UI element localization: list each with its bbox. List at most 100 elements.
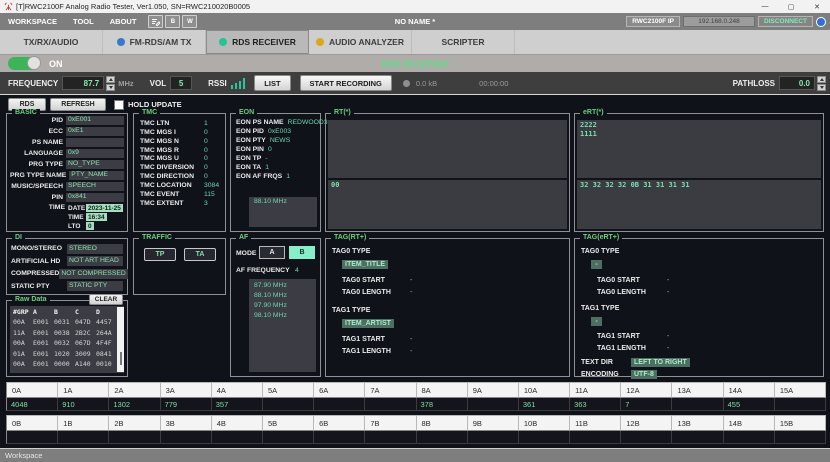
maximize-button[interactable]: ▢ (778, 0, 804, 13)
rt-hex-area[interactable]: 00 (328, 180, 567, 229)
af-list-item[interactable]: 98.10 MHz (249, 311, 316, 321)
group-value-cell (314, 431, 365, 444)
group-value-cell (365, 431, 416, 444)
group-a-value-row: 4048 910 1302 779 357 378 361 363 7 455 (6, 398, 826, 411)
tag1-type-value: - (591, 317, 602, 326)
tab-fm-rds-am-tx[interactable]: FM-RDS/AM TX (103, 30, 206, 54)
tag1-type-label: TAG1 TYPE (581, 305, 619, 312)
status-bar: Workspace (0, 448, 830, 462)
group-value-cell (365, 398, 416, 411)
group-header-cell: 14A (724, 382, 775, 398)
field-value: 1 (286, 173, 290, 180)
clear-button[interactable]: CLEAR (89, 294, 123, 305)
group-header-cell: 1A (58, 382, 109, 398)
tag1-start-value: - (410, 336, 412, 343)
af-list-item[interactable]: 97.90 MHz (249, 301, 316, 311)
eon-panel: EON EON PS NAMEREDWOOD3 EON PID0xE003 EO… (230, 113, 321, 232)
traffic-panel: TRAFFIC TP TA (133, 238, 226, 295)
encoding-label: ENCODING (581, 371, 619, 378)
field-label: EON AF FRQS (236, 173, 282, 180)
menu-tool[interactable]: TOOL (65, 17, 102, 26)
group-value-cell: 357 (212, 398, 263, 411)
tag0-start-value: - (667, 277, 669, 284)
spin-up-icon[interactable] (106, 76, 115, 83)
af-list-item[interactable]: 87.90 MHz (249, 281, 316, 291)
field-label: EON TA (236, 164, 261, 171)
tab-scripter[interactable]: SCRIPTER (412, 30, 515, 54)
spin-down-icon[interactable] (106, 84, 115, 91)
group-value-cell (519, 431, 570, 444)
radio-b-icon[interactable]: B (165, 15, 180, 28)
tab-label: TX/RX/AUDIO (24, 37, 79, 47)
record-time: 00:00:00 (479, 79, 508, 88)
spin-up-icon[interactable] (817, 76, 826, 83)
menu-about[interactable]: ABOUT (102, 17, 145, 26)
group-header-cell: 11B (570, 415, 621, 431)
hold-update-label: HOLD UPDATE (128, 100, 182, 109)
af-mode-a-button[interactable]: A (259, 246, 285, 259)
eon-af-item[interactable]: 88.10 MHz (249, 197, 317, 207)
hold-update-checkbox[interactable] (114, 100, 124, 110)
ta-button[interactable]: TA (184, 248, 216, 261)
group-a-header-row: 0A 1A 2A 3A 4A 5A 6A 7A 8A 9A 10A 11A 12… (6, 382, 826, 398)
ert-text-area[interactable]: 2222 1111 (577, 120, 821, 178)
tab-rds-receiver[interactable]: RDS RECEIVER (206, 30, 309, 54)
tag1-length-value: - (410, 348, 412, 355)
raw-col-header: #GRP (13, 308, 33, 316)
frequency-stepper[interactable] (106, 76, 115, 91)
minimize-button[interactable]: — (752, 0, 778, 13)
raw-row: 01AE001102030090841 (10, 349, 124, 360)
tag0-start-label: TAG0 START (597, 277, 640, 284)
group-b-value-row (6, 431, 826, 444)
group-header-cell: 7A (365, 382, 416, 398)
tab-audio-analyzer[interactable]: AUDIO ANALYZER (309, 30, 412, 54)
tp-button[interactable]: TP (144, 248, 176, 261)
af-mode-b-button[interactable]: B (289, 246, 315, 259)
rt-text-area[interactable] (328, 120, 567, 178)
af-list-item[interactable]: 88.10 MHz (249, 291, 316, 301)
prg-type-value: NO_TYPE (66, 160, 124, 170)
refresh-button[interactable]: REFRESH (50, 98, 106, 111)
ert-hex-area[interactable]: 32 32 32 32 0B 31 31 31 31 (577, 180, 821, 229)
pathloss-stepper[interactable] (817, 76, 826, 91)
raw-scrollbar[interactable] (117, 307, 124, 372)
eon-af-list[interactable]: 88.10 MHz (249, 197, 317, 227)
radio-w-icon[interactable]: W (182, 15, 197, 28)
raw-data-list[interactable]: #GRP A B C D 00AE0010031047D4457 11AE001… (10, 306, 124, 373)
group-value-cell (775, 431, 826, 444)
group-value-cell (468, 431, 519, 444)
field-label: TMC DIVERSION (140, 164, 204, 171)
group-header-cell: 12B (621, 415, 672, 431)
group-value-cell (161, 431, 212, 444)
record-dot-icon (403, 80, 410, 87)
close-button[interactable]: ✕ (804, 0, 830, 13)
tab-tx-rx-audio[interactable]: TX/RX/AUDIO (0, 30, 103, 54)
vol-input[interactable]: 5 (170, 76, 192, 90)
raw-scroll-handle[interactable] (120, 352, 122, 365)
group-header-cell: 14B (724, 415, 775, 431)
power-toggle[interactable] (8, 57, 40, 70)
af-frequency-list[interactable]: 87.90 MHz 88.10 MHz 97.90 MHz 98.10 MHz (249, 279, 316, 372)
tmc-panel: TMC TMC LTN1 TMC MGS I0 TMC MGS N0 TMC M… (133, 113, 226, 232)
di-panel-title: DI (12, 234, 25, 241)
pathloss-input[interactable]: 0.0 (779, 76, 815, 90)
list-button[interactable]: LIST (254, 75, 290, 91)
lto-value: 0 (86, 222, 94, 230)
group-value-cell (468, 398, 519, 411)
field-value: 1 (265, 164, 269, 171)
menu-workspace[interactable]: WORKSPACE (0, 17, 65, 26)
ip-input[interactable]: 192.168.0.248 (683, 16, 755, 27)
field-label: TMC MGS I (140, 129, 204, 136)
frequency-input[interactable]: 87.7 (62, 76, 104, 90)
group-table-b: 0B 1B 2B 3B 4B 5B 6B 7B 8B 9B 10B 11B 12… (6, 415, 826, 444)
lto-label: LTO (68, 223, 86, 230)
group-value-cell: 910 (58, 398, 109, 411)
disconnect-button[interactable]: DISCONNECT (758, 16, 813, 27)
group-value-cell: 7 (621, 398, 672, 411)
raw-col-header: C (75, 308, 96, 316)
window-title: [T]RWC2100F Analog Radio Tester, Ver1.05… (16, 2, 250, 11)
script-edit-icon[interactable] (148, 15, 163, 28)
af-frequency-label: AF FREQUENCY (236, 267, 290, 274)
spin-down-icon[interactable] (817, 84, 826, 91)
start-recording-button[interactable]: START RECORDING (300, 75, 392, 91)
